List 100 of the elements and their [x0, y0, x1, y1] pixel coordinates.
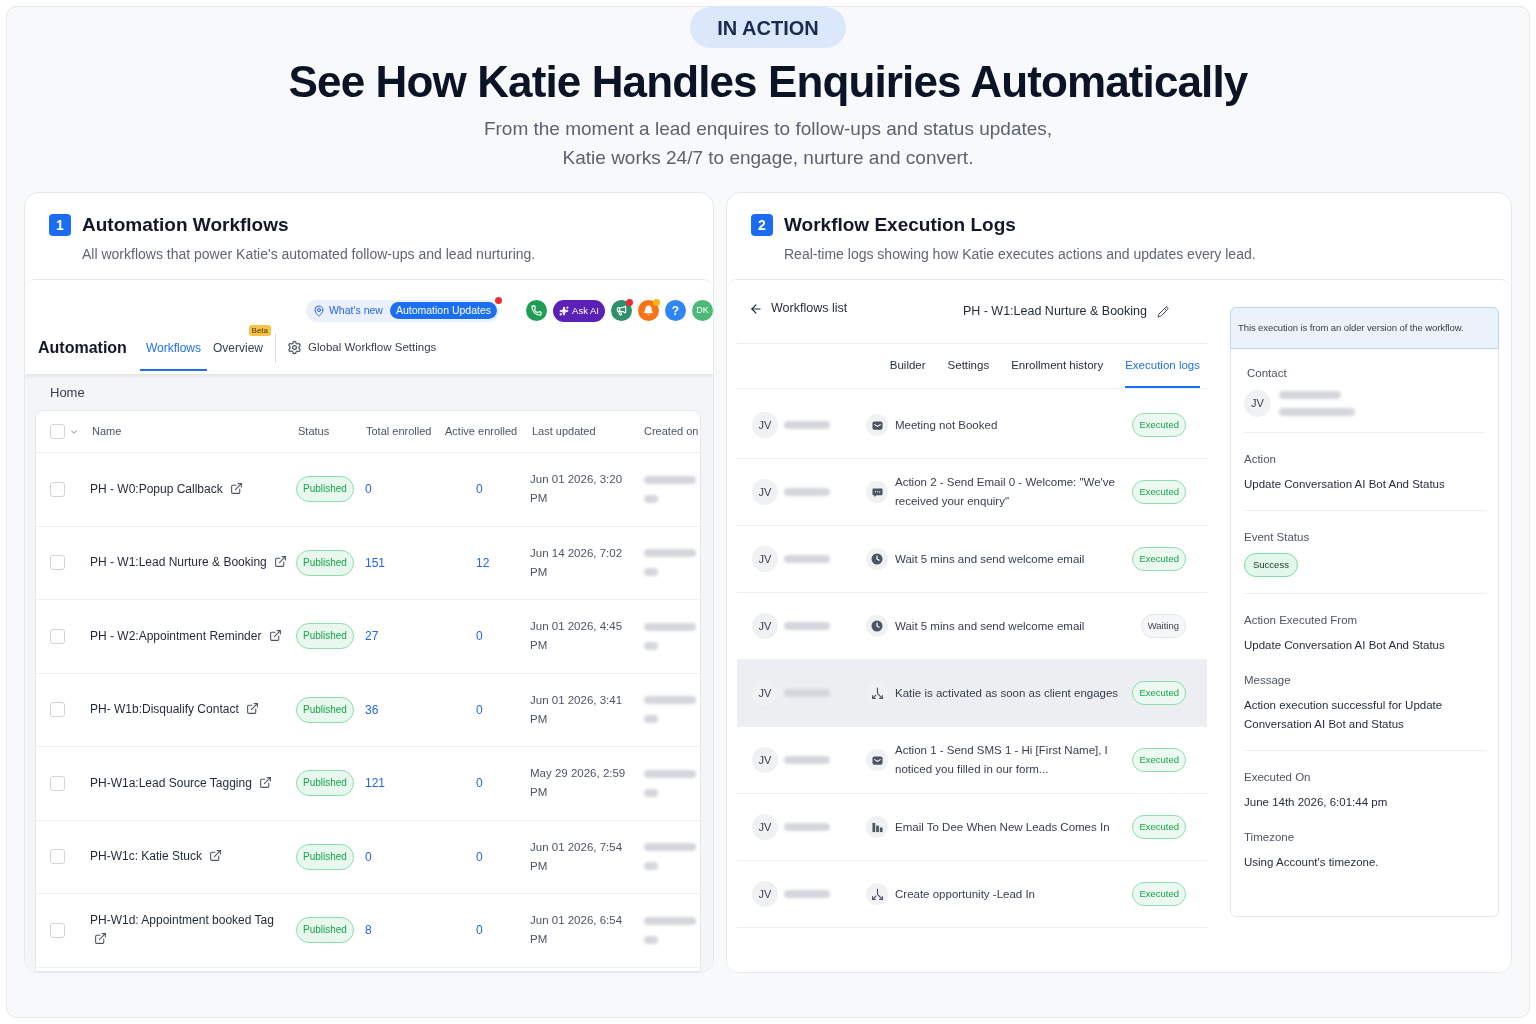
column-header: Last updated — [531, 424, 597, 440]
external-link-icon[interactable] — [259, 775, 273, 789]
checkbox[interactable] — [50, 702, 65, 718]
workflow-name[interactable]: PH-W1a:Lead Source Tagging — [90, 775, 252, 790]
workflow-name[interactable]: PH-W1d: Appointment booked Tag — [90, 913, 274, 928]
blurred-text — [644, 622, 696, 631]
checkbox[interactable] — [50, 481, 65, 497]
update-tag: Automation Updates — [389, 302, 498, 319]
blurred-text — [644, 715, 658, 724]
gear-icon — [287, 340, 302, 355]
checkbox[interactable] — [50, 775, 65, 791]
blurred-text — [644, 475, 696, 484]
total-enrolled[interactable]: 0 — [364, 480, 443, 499]
blurred-text — [644, 788, 658, 797]
active-enrolled[interactable]: 0 — [443, 627, 530, 646]
bar-chart-icon — [866, 816, 888, 838]
phone-button[interactable] — [526, 300, 548, 321]
field-value: Update Conversation AI Bot And Status — [1244, 638, 1446, 653]
field-value: June 14th 2026, 6:01:44 pm — [1244, 795, 1389, 810]
blurred-text — [784, 555, 830, 563]
field-label: Contact — [1246, 366, 1288, 381]
pencil-icon[interactable] — [1157, 305, 1169, 318]
total-enrolled[interactable]: 121 — [364, 774, 443, 793]
active-enrolled[interactable]: 0 — [443, 480, 530, 499]
megaphone-button[interactable] — [611, 300, 632, 321]
card-description: All workflows that power Katie's automated follow-ups and lead nurturing. — [81, 245, 537, 263]
column-header: Status — [297, 424, 331, 440]
external-link-icon[interactable] — [94, 932, 107, 946]
contact-avatar: JV — [752, 881, 778, 907]
log-action: Create opportunity -Lead In — [895, 886, 1036, 902]
megaphone-icon — [616, 305, 627, 316]
external-link-icon[interactable] — [209, 849, 223, 863]
page-subtitle: From the moment a lead enquires to follow-ups and status updates, Katie works 24/7 to engage, nurture and convert. — [483, 117, 1053, 170]
total-enrolled[interactable]: 0 — [364, 847, 443, 866]
section-badge: IN ACTION — [690, 7, 846, 48]
column-header: Name — [91, 424, 123, 440]
active-enrolled[interactable]: 12 — [443, 553, 530, 572]
checkbox[interactable] — [50, 555, 65, 571]
blurred-text — [644, 769, 696, 778]
workflow-name[interactable]: PH - W2:Appointment Reminder — [90, 628, 262, 643]
blurred-text — [644, 843, 696, 852]
log-tab[interactable]: Builder — [889, 344, 926, 388]
active-enrolled[interactable]: 0 — [443, 774, 530, 793]
notifications-button[interactable] — [638, 300, 659, 321]
total-enrolled[interactable]: 36 — [364, 700, 443, 719]
log-tab[interactable]: Settings — [947, 344, 990, 388]
blurred-text — [644, 935, 658, 944]
help-button[interactable]: ? — [665, 300, 686, 321]
back-link[interactable]: Workflows list — [749, 299, 848, 318]
workflow-name[interactable]: PH-W1c: Katie Stuck — [90, 849, 203, 864]
last-updated: May 29 2026, 2:59 PM — [530, 766, 627, 801]
active-enrolled[interactable]: 0 — [443, 921, 530, 940]
total-enrolled[interactable]: 27 — [364, 627, 443, 646]
clock-icon — [866, 615, 888, 637]
log-tab[interactable]: Enrollment history — [1011, 344, 1104, 388]
contact-avatar: JV — [752, 680, 778, 706]
log-row[interactable]: JV Katie is activated as soon as client engages Executed — [737, 660, 1207, 727]
status-badge: Success — [1244, 553, 1298, 577]
contact-avatar: JV — [752, 613, 778, 639]
log-tab[interactable]: Execution logs — [1125, 344, 1200, 388]
external-link-icon[interactable] — [274, 555, 288, 569]
breadcrumb[interactable]: Home — [50, 382, 85, 403]
checkbox[interactable] — [50, 849, 65, 865]
total-enrolled[interactable]: 8 — [364, 921, 443, 940]
log-status: Executed — [1132, 480, 1186, 504]
total-enrolled[interactable]: 151 — [364, 553, 443, 572]
contact-avatar: JV — [1244, 390, 1271, 417]
pin-icon — [312, 304, 325, 317]
field-value: Action execution successful for Update Conversation AI Bot and Status — [1244, 698, 1444, 732]
checkbox[interactable] — [50, 424, 65, 439]
blurred-text — [784, 622, 830, 630]
settings-link[interactable]: Global Workflow Settings — [287, 338, 437, 357]
phone-icon — [531, 305, 543, 316]
workflow-name[interactable]: PH - W1:Lead Nurture & Booking — [90, 555, 267, 570]
active-enrolled[interactable]: 0 — [443, 847, 530, 866]
blurred-text — [644, 549, 696, 558]
workflow-name[interactable]: PH - W0:Popup Callback — [90, 481, 223, 496]
external-link-icon[interactable] — [230, 481, 244, 495]
log-action: Wait 5 mins and send welcome email — [895, 551, 1086, 567]
external-link-icon[interactable] — [246, 702, 260, 716]
last-updated: Jun 01 2026, 3:20 PM — [530, 472, 624, 507]
column-header: Created on — [643, 424, 700, 440]
checkbox[interactable] — [50, 922, 65, 938]
field-label: Timezone — [1244, 830, 1296, 845]
ask-ai-button[interactable]: Ask AI — [553, 299, 605, 322]
workflow-name[interactable]: PH- W1b:Disqualify Contact — [90, 702, 239, 717]
page-title: See How Katie Handles Enquiries Automatically — [288, 56, 1248, 108]
nav-tab[interactable]: Workflows — [139, 324, 207, 371]
status-badge: Published — [296, 696, 354, 723]
log-action: Email To Dee When New Leads Comes In — [895, 819, 1111, 835]
whats-new-button[interactable]: What's new Automation Updates — [305, 299, 500, 322]
version-notice: This execution is from an older version of the workflow. — [1230, 307, 1499, 349]
card-description: Real-time logs showing how Katie executes actions and updates every lead. — [783, 245, 1257, 263]
contact-avatar: JV — [752, 747, 778, 773]
external-link-icon[interactable] — [268, 628, 282, 642]
field-label: Executed On — [1244, 770, 1312, 785]
checkbox[interactable] — [50, 628, 65, 644]
active-enrolled[interactable]: 0 — [443, 700, 530, 719]
fork-icon — [866, 682, 888, 704]
blurred-text — [644, 568, 658, 577]
